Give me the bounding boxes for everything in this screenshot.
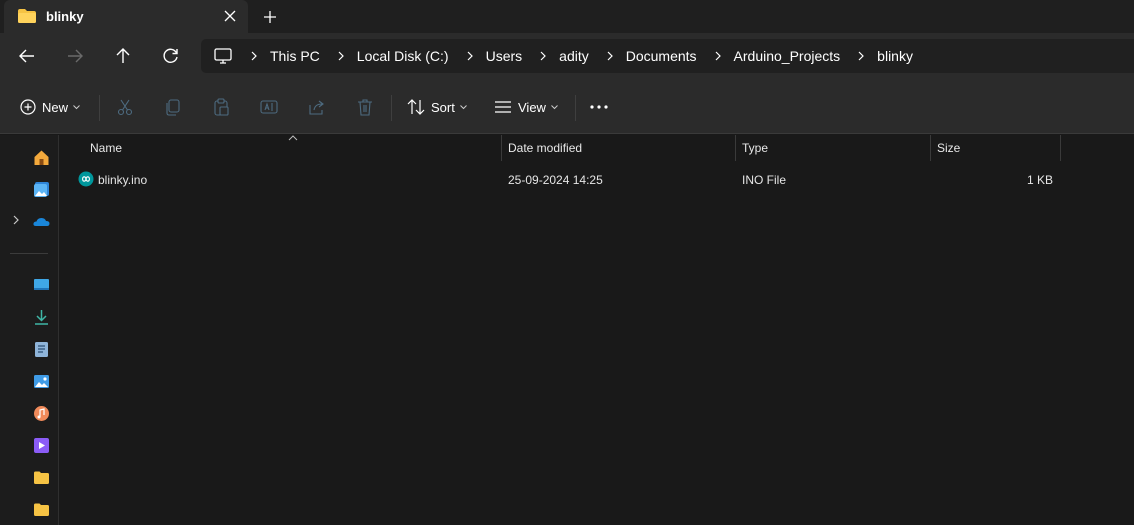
new-label: New bbox=[42, 99, 69, 115]
music-icon[interactable] bbox=[33, 405, 50, 422]
column-resize-handle[interactable] bbox=[501, 135, 502, 161]
column-resize-handle[interactable] bbox=[1060, 135, 1061, 161]
back-arrow-icon[interactable] bbox=[16, 45, 38, 67]
breadcrumb-item-users[interactable]: Users bbox=[486, 48, 523, 64]
chevron-down-icon bbox=[459, 104, 467, 109]
breadcrumb-item-blinky[interactable]: blinky bbox=[877, 48, 913, 64]
column-header-type-label: Type bbox=[742, 141, 769, 155]
videos-icon[interactable] bbox=[33, 437, 50, 454]
breadcrumb-item-documents[interactable]: Documents bbox=[626, 48, 697, 64]
paste-icon[interactable] bbox=[210, 96, 232, 118]
column-resize-handle[interactable] bbox=[930, 135, 931, 161]
home-icon[interactable] bbox=[33, 149, 50, 166]
breadcrumb-item-arduino-projects[interactable]: Arduino_Projects bbox=[734, 48, 841, 64]
column-header-type[interactable]: Type bbox=[742, 135, 930, 161]
rename-icon[interactable] bbox=[258, 96, 280, 118]
cut-icon[interactable] bbox=[114, 96, 136, 118]
refresh-icon[interactable] bbox=[160, 45, 182, 67]
divider bbox=[575, 95, 576, 121]
folder-icon bbox=[18, 9, 36, 23]
column-header-size-label: Size bbox=[937, 141, 961, 155]
breadcrumb-item-adity[interactable]: adity bbox=[559, 48, 589, 64]
chevron-down-icon bbox=[73, 104, 80, 109]
documents-icon[interactable] bbox=[33, 341, 50, 358]
chevron-right-icon[interactable] bbox=[336, 51, 346, 61]
column-header-date-label: Date modified bbox=[508, 141, 583, 155]
view-label: View bbox=[518, 99, 546, 115]
copy-icon[interactable] bbox=[162, 96, 184, 118]
chevron-right-icon[interactable] bbox=[713, 51, 723, 61]
file-name[interactable]: blinky.ino bbox=[98, 173, 147, 187]
gallery-icon[interactable] bbox=[33, 181, 50, 198]
pictures-icon[interactable] bbox=[33, 373, 50, 390]
column-header-size[interactable]: Size bbox=[937, 135, 1059, 161]
folder-icon[interactable] bbox=[33, 501, 50, 518]
delete-icon[interactable] bbox=[354, 96, 376, 118]
tab-title: blinky bbox=[46, 9, 84, 24]
sort-button[interactable]: Sort bbox=[407, 94, 467, 120]
downloads-icon[interactable] bbox=[33, 309, 50, 326]
command-bar: New Sort View bbox=[0, 80, 1134, 134]
sort-icon bbox=[407, 99, 425, 115]
new-button[interactable]: New bbox=[20, 94, 80, 120]
chevron-right-icon[interactable] bbox=[605, 51, 615, 61]
navigation-pane bbox=[0, 135, 59, 525]
chevron-down-icon bbox=[551, 104, 558, 109]
plus-circle-icon bbox=[20, 99, 36, 115]
divider bbox=[391, 95, 392, 121]
column-header-name[interactable]: Name bbox=[90, 135, 500, 161]
view-icon bbox=[495, 101, 511, 113]
column-header-name-label: Name bbox=[90, 141, 123, 155]
onedrive-icon[interactable] bbox=[33, 213, 50, 230]
chevron-right-icon[interactable] bbox=[538, 51, 548, 61]
breadcrumb: This PC Local Disk (C:) Users adity Docu… bbox=[201, 39, 913, 73]
column-header-date[interactable]: Date modified bbox=[508, 135, 734, 161]
chevron-right-icon[interactable] bbox=[11, 215, 21, 225]
address-row: This PC Local Disk (C:) Users adity Docu… bbox=[0, 33, 1134, 80]
up-arrow-icon[interactable] bbox=[112, 45, 134, 67]
sort-label: Sort bbox=[431, 99, 455, 115]
forward-arrow-icon[interactable] bbox=[64, 45, 86, 67]
chevron-right-icon[interactable] bbox=[856, 51, 866, 61]
arduino-icon bbox=[78, 171, 94, 187]
close-icon[interactable] bbox=[221, 7, 239, 25]
file-list: Name Date modified Type Size blinky.ino … bbox=[60, 135, 1134, 525]
computer-icon[interactable] bbox=[213, 47, 233, 65]
tab-blinky[interactable]: blinky bbox=[4, 0, 248, 33]
view-button[interactable]: View bbox=[494, 94, 558, 120]
plus-icon[interactable] bbox=[260, 7, 280, 27]
breadcrumb-item-this-pc[interactable]: This PC bbox=[270, 48, 320, 64]
breadcrumb-item-local-disk[interactable]: Local Disk (C:) bbox=[357, 48, 449, 64]
chevron-right-icon[interactable] bbox=[465, 51, 475, 61]
desktop-icon[interactable] bbox=[33, 277, 50, 294]
table-row[interactable]: blinky.ino 25-09-2024 14:25 INO File 1 K… bbox=[70, 169, 1060, 191]
more-icon[interactable] bbox=[588, 96, 610, 118]
address-bar[interactable]: This PC Local Disk (C:) Users adity Docu… bbox=[201, 39, 1134, 73]
divider bbox=[99, 95, 100, 121]
file-type: INO File bbox=[742, 173, 787, 187]
share-icon[interactable] bbox=[306, 96, 328, 118]
title-bar: blinky bbox=[0, 0, 1134, 33]
divider bbox=[10, 253, 48, 254]
folder-icon[interactable] bbox=[33, 469, 50, 486]
chevron-right-icon[interactable] bbox=[249, 51, 259, 61]
column-resize-handle[interactable] bbox=[735, 135, 736, 161]
file-date-modified: 25-09-2024 14:25 bbox=[508, 173, 603, 187]
file-size: 1 KB bbox=[1026, 173, 1053, 187]
